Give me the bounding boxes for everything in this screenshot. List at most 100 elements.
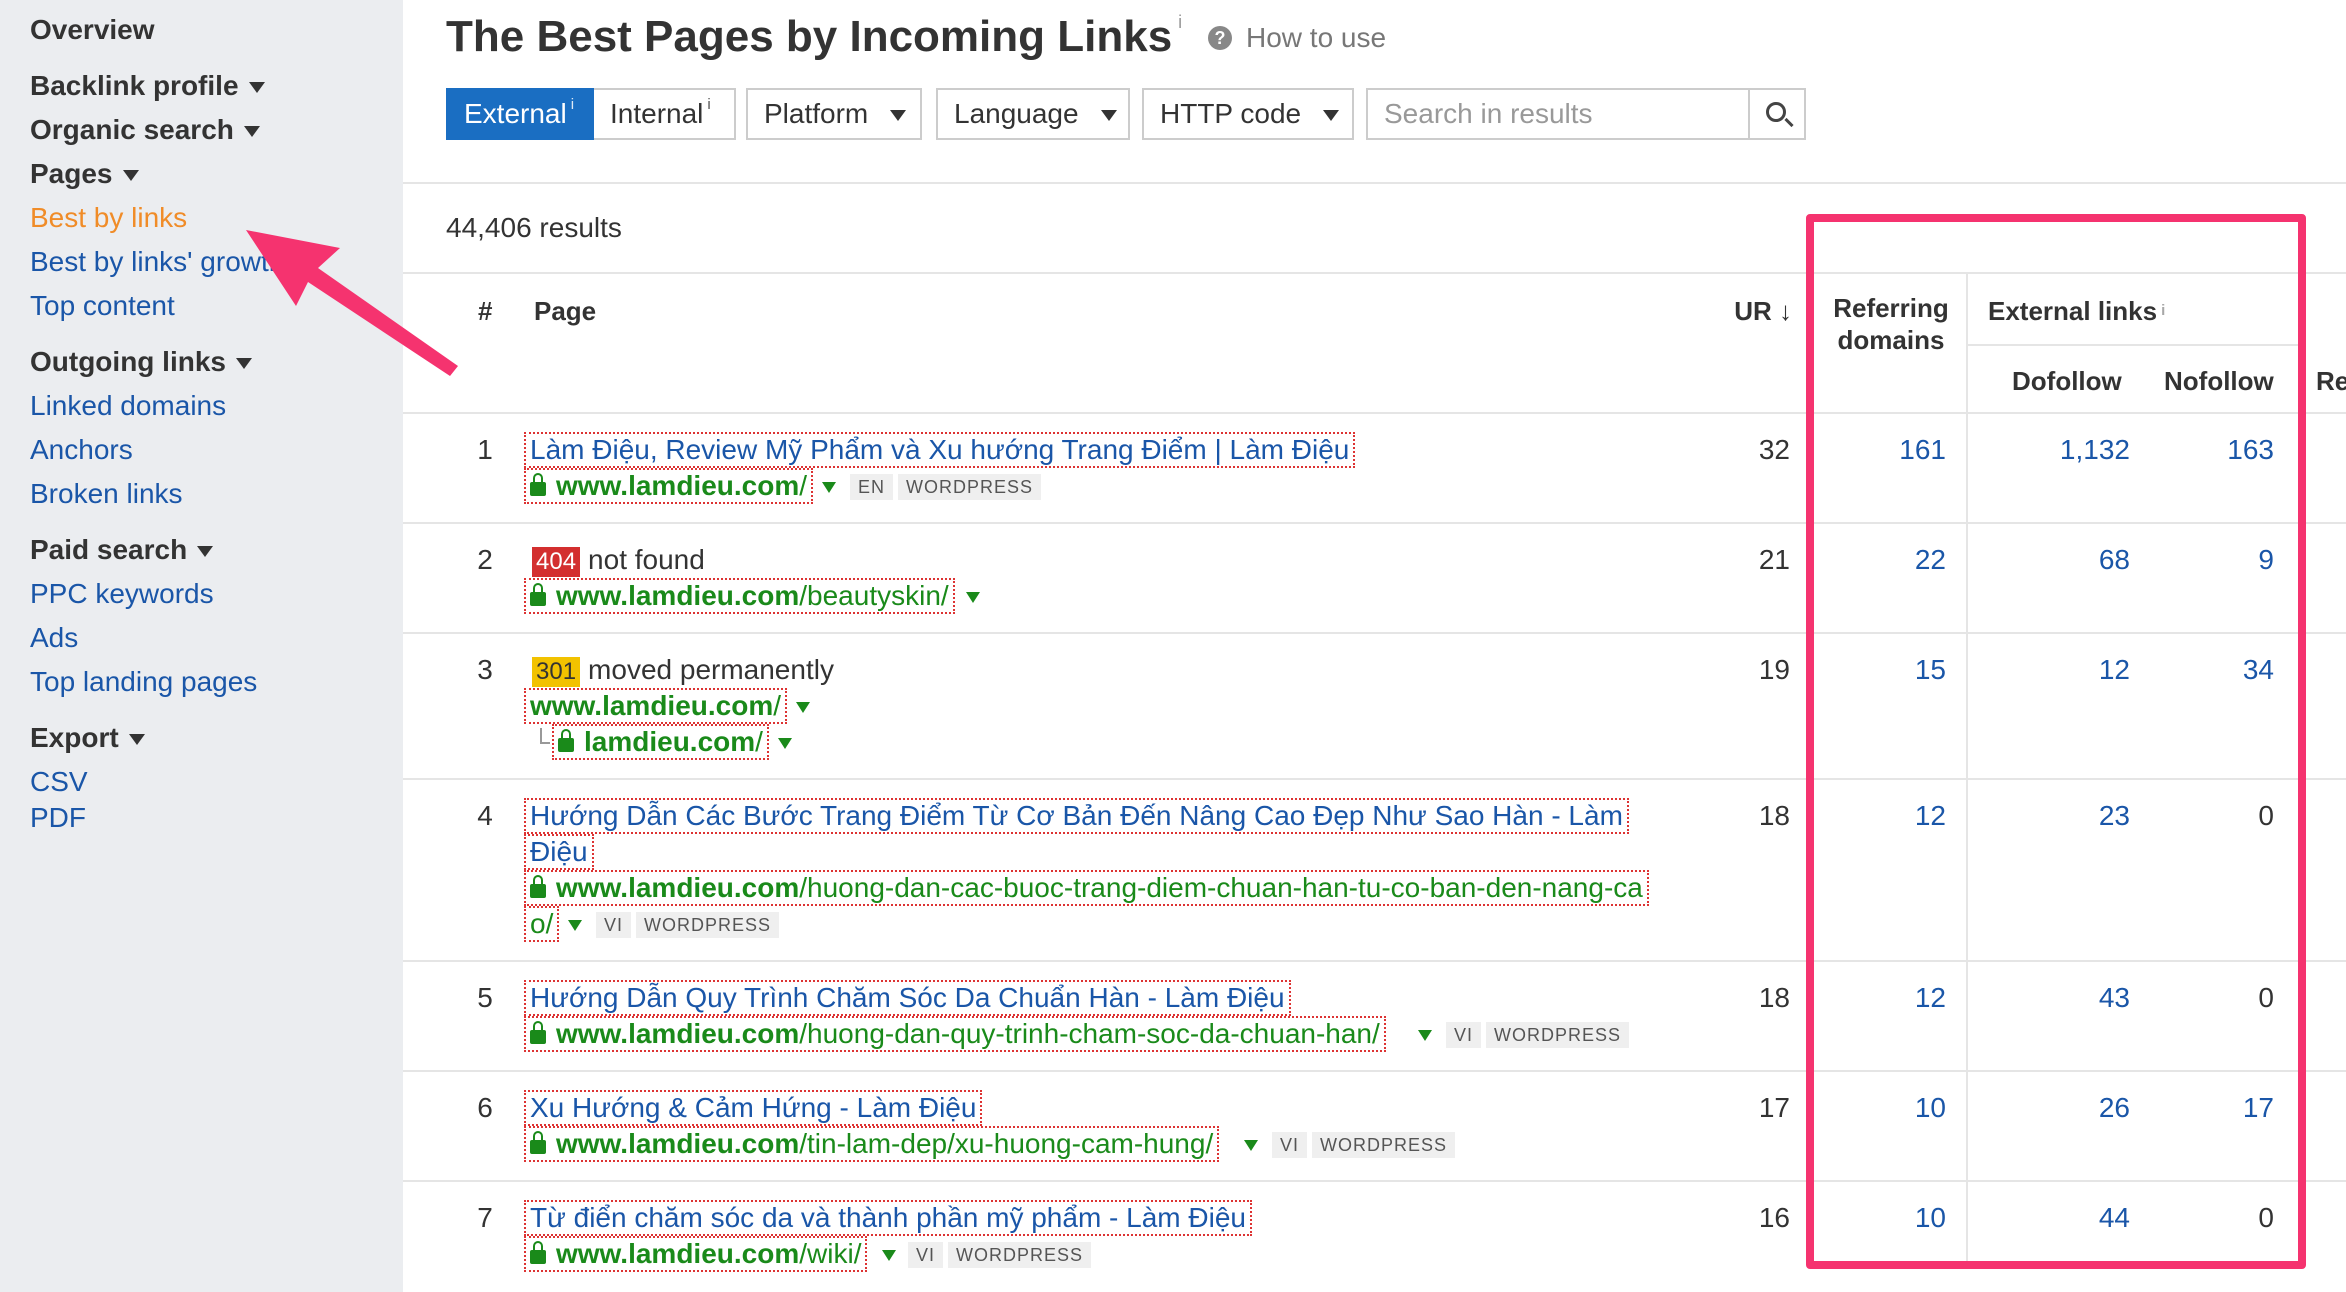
status-badge: 301 — [532, 657, 581, 687]
info-icon[interactable]: i — [1178, 12, 1182, 32]
page-url-link[interactable]: www.lamdieu.com/ — [524, 688, 788, 724]
ur-value: 18 — [1758, 800, 1790, 831]
sidebar-overview[interactable]: Overview — [30, 12, 155, 48]
page-url-link[interactable]: www.lamdieu.com/wiki/ — [524, 1236, 868, 1272]
lock-icon — [530, 1131, 546, 1154]
external-label: External — [464, 98, 567, 129]
url-dropdown-icon[interactable] — [1418, 1030, 1432, 1041]
url-dropdown-icon[interactable] — [778, 738, 792, 749]
sidebar-backlink-profile-label: Backlink profile — [30, 70, 239, 101]
page-title-link[interactable]: Xu Hướng & Cảm Hứng - Làm Điệu — [524, 1090, 983, 1126]
col-header-re[interactable]: Re — [2316, 366, 2346, 397]
platform-label: Platform — [764, 98, 869, 129]
url-dropdown-icon[interactable] — [822, 482, 836, 493]
url-path: /huong-dan-quy-trinh-cham-soc-da-chuan-h… — [799, 1018, 1380, 1049]
platform-badge: WORDPRESS — [898, 474, 1042, 500]
caret-down-icon — [122, 170, 139, 182]
caret-down-icon — [197, 546, 214, 558]
lock-icon — [558, 729, 574, 752]
page-title-link[interactable]: Hướng Dẫn Quy Trình Chăm Sóc Da Chuẩn Hà… — [524, 980, 1291, 1016]
pink-arrow-annotation — [246, 230, 458, 376]
results-count: 44,406 results — [446, 212, 622, 243]
col-header-num: # — [478, 296, 493, 326]
url-dropdown-icon[interactable] — [568, 920, 582, 931]
redirect-url-link[interactable]: lamdieu.com/ — [552, 724, 769, 760]
sidebar-outgoing-links[interactable]: Outgoing links — [30, 344, 252, 380]
url-domain: www.lamdieu.com — [556, 580, 800, 611]
lock-icon — [530, 583, 546, 606]
sidebar-organic-search[interactable]: Organic search — [30, 112, 260, 148]
page-url-link-cont[interactable]: o/ — [524, 906, 560, 942]
question-circle-icon: ? — [1208, 26, 1232, 50]
url-dropdown-icon[interactable] — [882, 1250, 896, 1261]
platform-dropdown[interactable]: Platform — [746, 88, 922, 140]
url-dropdown-icon[interactable] — [1244, 1140, 1258, 1151]
how-to-use-link[interactable]: ? How to use — [1208, 22, 1386, 54]
row-number: 3 — [477, 654, 493, 685]
ur-value: 21 — [1758, 544, 1790, 575]
sidebar-item-ppc-keywords[interactable]: PPC keywords — [30, 576, 214, 612]
caret-down-icon — [128, 734, 145, 746]
row-number: 5 — [477, 982, 493, 1013]
page-title-link-cont[interactable]: Điệu — [524, 834, 594, 870]
sidebar-paid-search[interactable]: Paid search — [30, 532, 214, 568]
sidebar-item-pdf[interactable]: PDF — [30, 800, 86, 836]
caret-down-icon — [890, 110, 907, 122]
row-number: 6 — [477, 1092, 493, 1123]
status-text: not found — [588, 544, 705, 575]
sidebar-item-linked-domains[interactable]: Linked domains — [30, 388, 226, 424]
sidebar-paid-search-label: Paid search — [30, 534, 188, 565]
status-text: moved permanently — [588, 654, 834, 685]
sidebar-item-broken-links[interactable]: Broken links — [30, 476, 183, 512]
lock-icon — [530, 473, 546, 496]
lock-icon — [530, 1021, 546, 1044]
page-url-link[interactable]: www.lamdieu.com/beautyskin/ — [524, 578, 955, 614]
search-button[interactable] — [1748, 90, 1804, 138]
http-code-label: HTTP code — [1160, 98, 1302, 129]
page-url-link[interactable]: www.lamdieu.com/huong-dan-cac-buoc-trang… — [524, 870, 1649, 906]
page-url-link[interactable]: www.lamdieu.com/ — [524, 468, 814, 504]
page-title-link[interactable]: Làm Điệu, Review Mỹ Phẩm và Xu hướng Tra… — [524, 432, 1356, 468]
sidebar-item-top-content[interactable]: Top content — [30, 288, 175, 324]
sidebar: Overview Backlink profile Organic search… — [0, 0, 403, 1292]
language-dropdown[interactable]: Language — [936, 88, 1130, 140]
search-box — [1366, 88, 1806, 140]
sidebar-organic-search-label: Organic search — [30, 114, 234, 145]
external-toggle[interactable]: External i — [446, 88, 596, 140]
sidebar-export[interactable]: Export — [30, 720, 145, 756]
sidebar-item-top-landing-pages[interactable]: Top landing pages — [30, 664, 257, 700]
platform-badge: WORDPRESS — [1486, 1022, 1630, 1048]
page-url-link[interactable]: www.lamdieu.com/huong-dan-quy-trinh-cham… — [524, 1016, 1386, 1052]
page-title: The Best Pages by Incoming Links i — [446, 12, 1182, 62]
page-title-link[interactable]: Từ điển chăm sóc da và thành phần mỹ phẩ… — [524, 1200, 1252, 1236]
platform-badge: WORDPRESS — [1312, 1132, 1456, 1158]
url-dropdown-icon[interactable] — [966, 592, 980, 603]
sidebar-pages[interactable]: Pages — [30, 156, 139, 192]
ur-value: 17 — [1758, 1092, 1790, 1123]
search-icon — [1766, 102, 1786, 122]
url-path: /wiki/ — [799, 1238, 862, 1269]
page-url-link[interactable]: www.lamdieu.com/tin-lam-dep/xu-huong-cam… — [524, 1126, 1220, 1162]
page-title-text: The Best Pages by Incoming Links — [446, 12, 1173, 61]
ur-value: 19 — [1758, 654, 1790, 685]
url-path: / — [773, 690, 782, 721]
url-path: / — [755, 726, 763, 757]
sidebar-backlink-profile[interactable]: Backlink profile — [30, 68, 265, 104]
col-header-ur[interactable]: UR ↓ — [1700, 296, 1792, 327]
internal-toggle[interactable]: Internal i — [594, 88, 736, 140]
caret-down-icon — [248, 82, 265, 94]
sidebar-item-anchors[interactable]: Anchors — [30, 432, 133, 468]
sidebar-item-ads[interactable]: Ads — [30, 620, 78, 656]
sidebar-item-best-by-links[interactable]: Best by links — [30, 200, 187, 236]
url-domain: www.lamdieu.com — [556, 1238, 800, 1269]
search-input[interactable] — [1368, 90, 1748, 138]
internal-label: Internal — [610, 98, 704, 129]
url-dropdown-icon[interactable] — [796, 702, 810, 713]
sidebar-outgoing-links-label: Outgoing links — [30, 346, 226, 377]
redirect-icon — [540, 728, 550, 744]
url-domain: www.lamdieu.com — [556, 872, 800, 903]
page-title-link[interactable]: Hướng Dẫn Các Bước Trang Điểm Từ Cơ Bản … — [524, 798, 1629, 834]
row-number: 7 — [477, 1202, 493, 1233]
http-code-dropdown[interactable]: HTTP code — [1142, 88, 1354, 140]
sidebar-item-csv[interactable]: CSV — [30, 764, 88, 800]
